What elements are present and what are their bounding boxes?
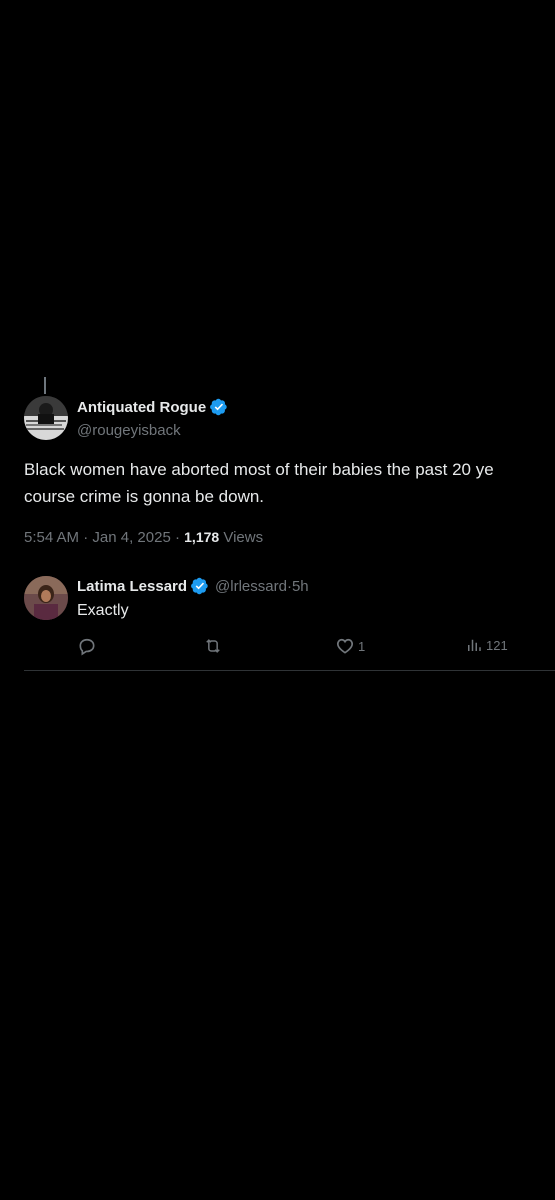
reply-author-name[interactable]: Latima Lessard <box>77 578 187 595</box>
screen: Antiquated Rogue @rougeyisback Black wom… <box>0 0 555 1200</box>
reply-author-handle[interactable]: @lrlessard <box>215 578 287 595</box>
author-row: Antiquated Rogue <box>77 398 228 416</box>
avatar[interactable] <box>24 396 68 440</box>
author-name[interactable]: Antiquated Rogue <box>77 399 206 416</box>
views-count: 1,178 <box>184 529 220 545</box>
author-handle[interactable]: @rougeyisback <box>77 422 181 439</box>
like-count: 1 <box>358 638 366 654</box>
views-button[interactable]: 121 <box>465 636 508 654</box>
tweet-meta: 5:54 AM · Jan 4, 2025 · 1,178 Views <box>24 529 263 546</box>
meta-separator: · <box>79 529 93 546</box>
like-button[interactable]: 1 <box>335 636 365 656</box>
retweet-button[interactable] <box>202 636 224 656</box>
verified-badge-icon <box>191 577 209 595</box>
reply-action-bar: 1 121 <box>77 636 537 658</box>
tweet-text-line-1: Black women have aborted most of their b… <box>24 460 494 479</box>
reply-button[interactable] <box>77 636 97 656</box>
reply-bubble-icon <box>79 638 95 656</box>
tweet-time[interactable]: 5:54 AM <box>24 529 79 546</box>
tweet-text-line-2: course crime is gonna be down. <box>24 487 265 506</box>
tweet-text: Black women have aborted most of their b… <box>24 456 555 510</box>
reply-views-count: 121 <box>486 637 508 653</box>
divider <box>24 670 555 671</box>
avatar-image <box>24 396 68 440</box>
reply-avatar-image <box>24 576 68 620</box>
verified-badge-icon <box>210 398 228 416</box>
views-chart-icon <box>468 639 481 651</box>
thread-connector-line <box>44 377 46 394</box>
reply-avatar[interactable] <box>24 576 68 620</box>
reply-text: Exactly <box>77 602 129 619</box>
tweet-date[interactable]: Jan 4, 2025 <box>92 529 170 546</box>
meta-separator-2: · <box>170 529 185 546</box>
heart-icon <box>336 638 354 654</box>
reply-age[interactable]: 5h <box>292 578 309 595</box>
reply-author-row: Latima Lessard @lrlessard · 5h <box>77 577 309 595</box>
retweet-icon <box>206 639 220 653</box>
views-label: Views <box>223 529 264 546</box>
